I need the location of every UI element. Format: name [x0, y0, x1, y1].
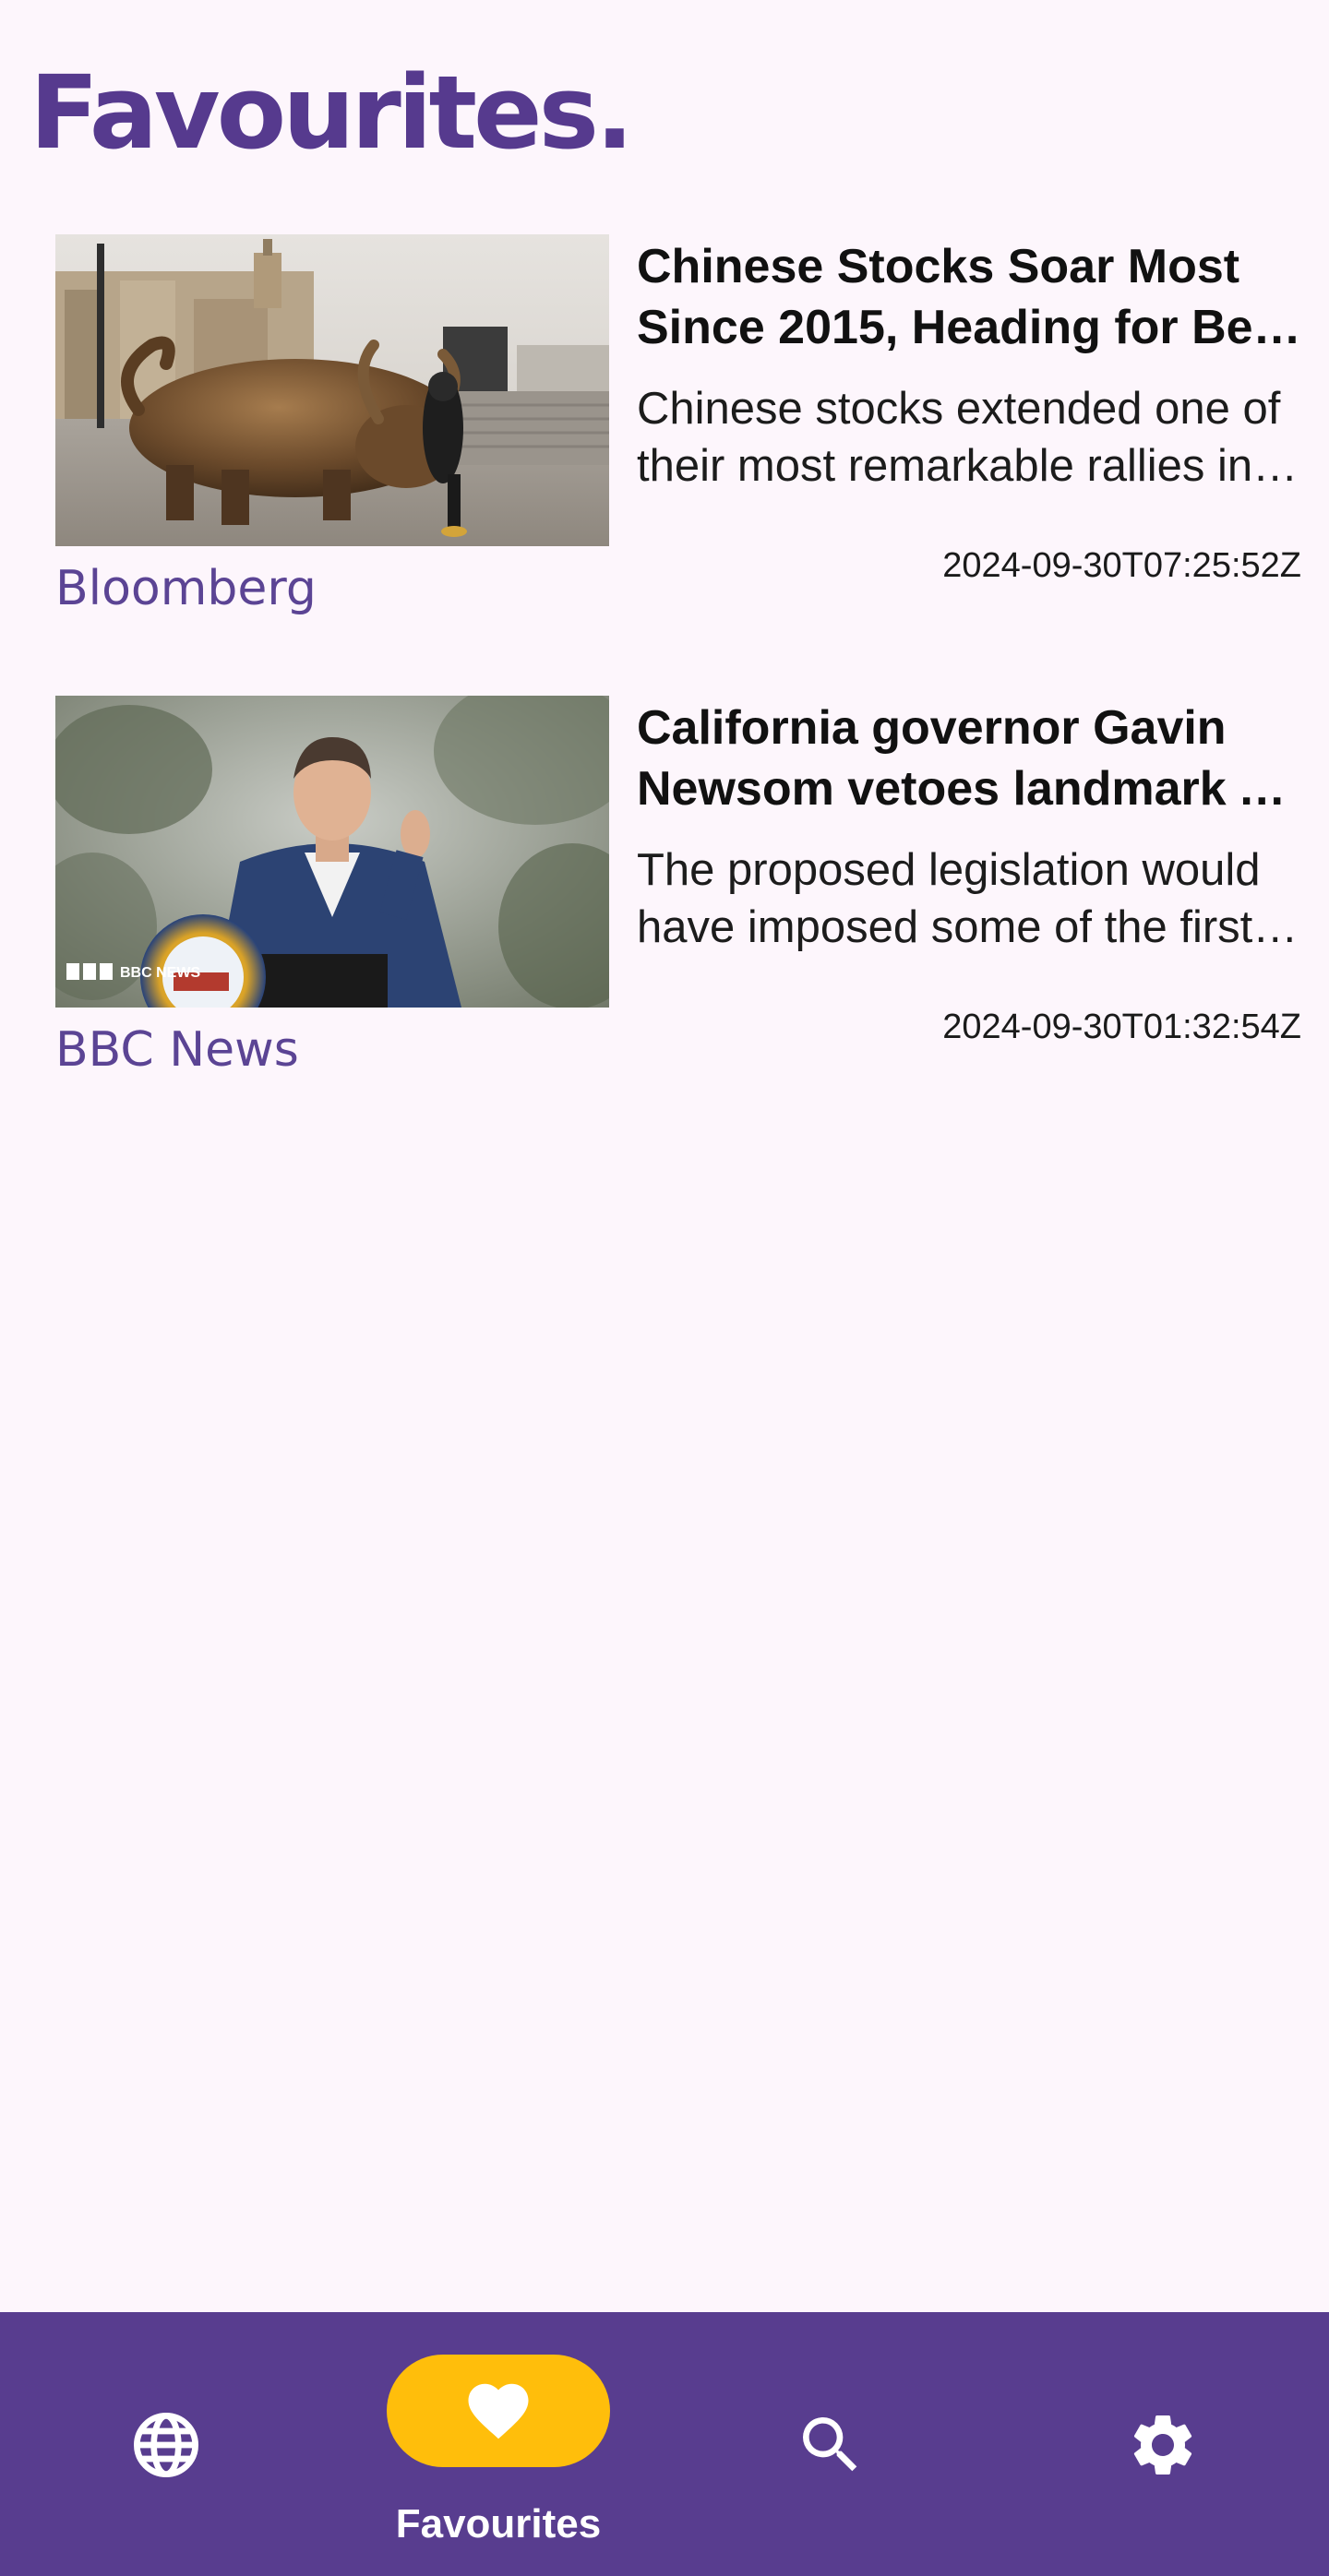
nav-label-favourites: Favourites — [395, 2501, 602, 2546]
nav-item-settings[interactable] — [997, 2312, 1329, 2576]
page-title: Favourites. — [30, 54, 634, 172]
article-text: Chinese Stocks Soar Most Since 2015, Hea… — [637, 234, 1301, 495]
nav-item-explore[interactable] — [0, 2312, 332, 2576]
globe-icon — [129, 2408, 203, 2482]
article-title: Chinese Stocks Soar Most Since 2015, Hea… — [637, 240, 1296, 354]
article-list: Chinese Stocks Soar Most Since 2015, Hea… — [55, 234, 1301, 1157]
gear-icon — [1126, 2408, 1200, 2482]
bottom-navigation: Favourites — [0, 2312, 1329, 2576]
nav-item-favourites[interactable]: Favourites — [332, 2312, 664, 2576]
favourites-screen: Favourites. Chinese Stocks Soar Most Sin… — [0, 0, 1329, 2576]
article-date: 2024-09-30T07:25:52Z — [942, 546, 1301, 585]
search-icon — [794, 2408, 868, 2482]
article-date: 2024-09-30T01:32:54Z — [942, 1008, 1301, 1046]
article-source: BBC News — [55, 1022, 299, 1078]
bronze-bull-statue-photo — [55, 234, 609, 546]
governor-at-podium-photo: BBC NEWS — [55, 696, 609, 1008]
article-card[interactable]: BBC NEWS California governor Gavin Newso… — [55, 696, 1301, 1157]
image-watermark: BBC NEWS — [120, 965, 200, 981]
heart-icon — [461, 2374, 535, 2448]
article-thumbnail[interactable] — [55, 234, 609, 546]
article-description: Chinese stocks extended one of their mos… — [637, 384, 1281, 491]
nav-item-search[interactable] — [664, 2312, 997, 2576]
article-source: Bloomberg — [55, 561, 317, 616]
article-title: California governor Gavin Newsom vetoes … — [637, 701, 1287, 816]
article-description: The proposed legislation would have impo… — [637, 845, 1261, 952]
article-thumbnail[interactable]: BBC NEWS — [55, 696, 609, 1008]
article-card[interactable]: Chinese Stocks Soar Most Since 2015, Hea… — [55, 234, 1301, 696]
article-text: California governor Gavin Newsom vetoes … — [637, 696, 1301, 956]
